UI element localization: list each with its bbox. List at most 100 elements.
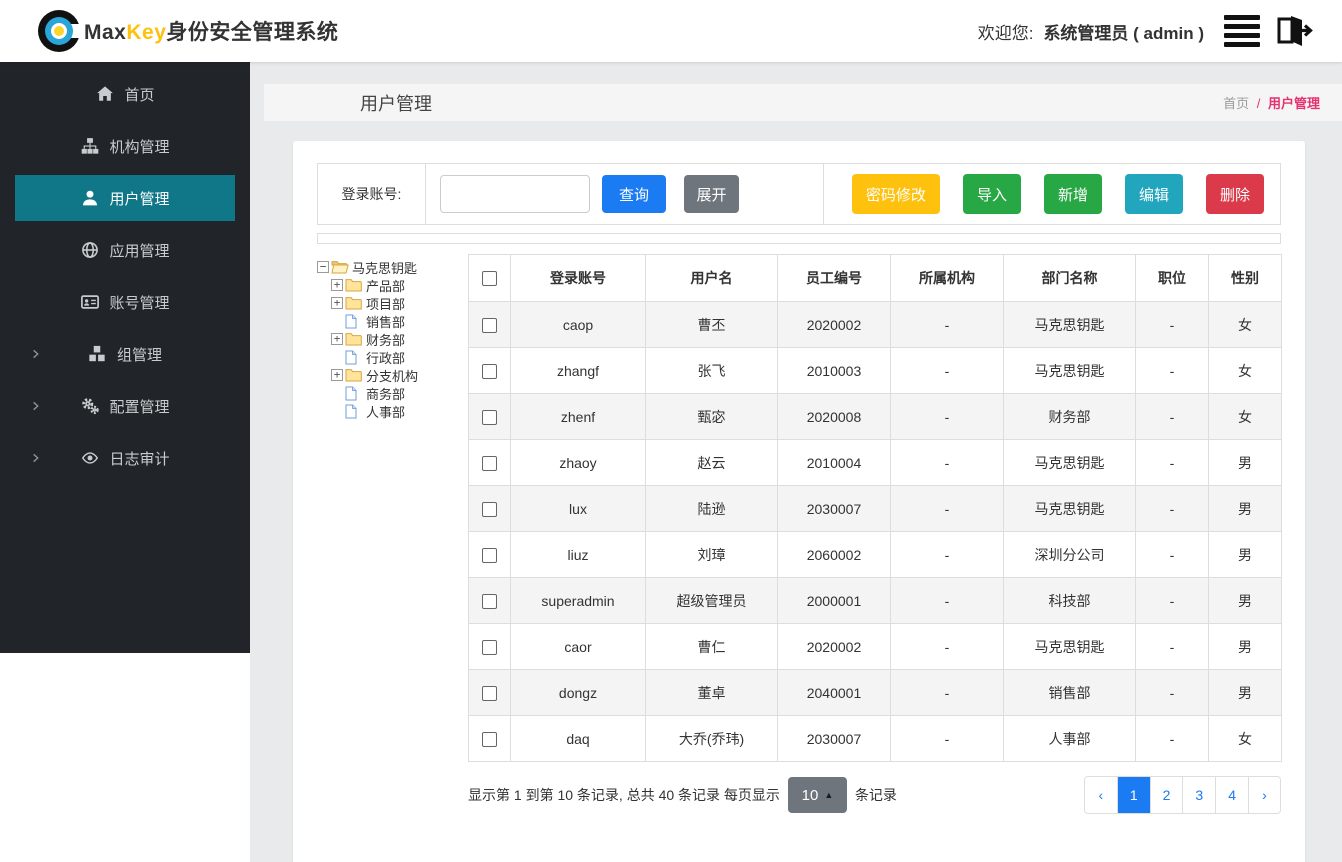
menu-toggle-icon[interactable]: [1224, 15, 1260, 47]
breadcrumb: 首页 / 用户管理: [1223, 93, 1320, 112]
table-cell: zhenf: [510, 393, 646, 440]
sidebar-item-3[interactable]: 应用管理: [15, 227, 235, 273]
id-card-icon: [80, 293, 99, 312]
row-checkbox[interactable]: [482, 547, 497, 563]
action-button-success[interactable]: 导入: [962, 174, 1021, 214]
tree-node-label[interactable]: 人事部: [366, 402, 405, 421]
row-checkbox[interactable]: [482, 685, 497, 701]
tree-node-label[interactable]: 销售部: [366, 312, 405, 331]
breadcrumb-home-link[interactable]: 首页: [1223, 96, 1249, 111]
tree-node-label[interactable]: 项目部: [366, 294, 405, 313]
table-row: liuz 刘璋 2060002- 深圳分公司 - 男: [468, 531, 1282, 578]
page-button-2[interactable]: 2: [1149, 777, 1183, 813]
table-cell: 曹仁: [645, 623, 778, 670]
folder-icon: [345, 332, 363, 347]
expand-button[interactable]: 展开: [684, 175, 739, 213]
table-cell: -: [890, 439, 1004, 486]
login-account-input[interactable]: [440, 175, 590, 213]
tree-node[interactable]: + 项目部: [317, 294, 468, 312]
tree-node-label[interactable]: 商务部: [366, 384, 405, 403]
tree-node[interactable]: 商务部: [317, 384, 468, 402]
sidebar-item-1[interactable]: 机构管理: [15, 123, 235, 169]
tree-node-label[interactable]: 财务部: [366, 330, 405, 349]
table-cell: -: [1135, 669, 1209, 716]
sidebar-item-6[interactable]: 配置管理: [15, 383, 235, 429]
sidebar-item-label: 账号管理: [109, 294, 170, 312]
tree-node-label[interactable]: 产品部: [366, 276, 405, 295]
breadcrumb-current: 用户管理: [1267, 96, 1320, 111]
tree-expander-plus-icon[interactable]: +: [331, 369, 343, 381]
action-button-danger[interactable]: 删除: [1205, 174, 1264, 214]
row-checkbox[interactable]: [482, 317, 497, 333]
table-cell: daq: [510, 715, 646, 762]
action-button-warning[interactable]: 密码修改: [851, 174, 940, 214]
tree-node[interactable]: 销售部: [317, 312, 468, 330]
file-icon: [345, 350, 363, 365]
table-cell: 2020002: [777, 301, 891, 348]
tree-node[interactable]: + 财务部: [317, 330, 468, 348]
table-cell: 甄宓: [645, 393, 778, 440]
table-row: caor 曹仁 2020002- 马克思钥匙 - 男: [468, 623, 1282, 670]
page-button-1[interactable]: 1: [1116, 777, 1150, 813]
sidebar-item-5[interactable]: 组管理: [15, 331, 235, 377]
tree-expander-plus-icon[interactable]: +: [331, 279, 343, 291]
action-button-success[interactable]: 新增: [1043, 174, 1102, 214]
next-page-button[interactable]: ›: [1248, 777, 1280, 813]
row-checkbox[interactable]: [482, 639, 497, 655]
sidebar-item-label: 配置管理: [109, 398, 170, 416]
table-cell: 男: [1208, 531, 1282, 578]
row-checkbox[interactable]: [482, 455, 497, 471]
table-cell: superadmin: [510, 577, 646, 624]
table-cell: -: [890, 669, 1004, 716]
breadcrumb-separator: /: [1256, 96, 1261, 111]
prev-page-button[interactable]: ‹: [1084, 777, 1117, 813]
tree-node[interactable]: 人事部: [317, 402, 468, 420]
action-button-info[interactable]: 编辑: [1124, 174, 1183, 214]
logout-icon[interactable]: [1272, 10, 1314, 52]
table-cell: -: [890, 393, 1004, 440]
table-footer: 显示第 1 到第 10 条记录, 总共 40 条记录 每页显示 10 ▲ 条记录…: [468, 776, 1281, 814]
table-cell: -: [1135, 623, 1209, 670]
query-button[interactable]: 查询: [602, 175, 666, 213]
row-checkbox[interactable]: [482, 501, 497, 517]
chevron-right-icon: [30, 349, 41, 360]
brand-title: MaxKey身份安全管理系统: [84, 16, 338, 46]
page-button-4[interactable]: 4: [1215, 777, 1248, 813]
row-checkbox[interactable]: [482, 593, 497, 609]
sidebar-item-0[interactable]: 首页: [15, 71, 235, 117]
tree-node[interactable]: 行政部: [317, 348, 468, 366]
sidebar-item-7[interactable]: 日志审计: [15, 435, 235, 481]
column-header: 部门名称: [1003, 254, 1136, 302]
table-cell: 男: [1208, 669, 1282, 716]
tree-node-label[interactable]: 马克思钥匙: [352, 258, 417, 277]
file-icon: [345, 314, 363, 329]
table-cell: 马克思钥匙: [1003, 623, 1136, 670]
sidebar-item-label: 机构管理: [109, 138, 170, 156]
select-all-checkbox[interactable]: [482, 271, 497, 287]
tree-expander-minus-icon[interactable]: −: [317, 261, 329, 273]
page-button-3[interactable]: 3: [1182, 777, 1216, 813]
tree-expander-plus-icon[interactable]: +: [331, 333, 343, 345]
table-cell: 深圳分公司: [1003, 531, 1136, 578]
tree-node[interactable]: − 马克思钥匙: [317, 258, 468, 276]
table-header-row: 登录账号 用户名 员工编号 所属机构 部门名称 职位 性别: [468, 254, 1282, 302]
summary-suffix: 条记录: [854, 787, 897, 803]
tree-node-label[interactable]: 分支机构: [366, 366, 418, 385]
tree-expander-plus-icon[interactable]: +: [331, 297, 343, 309]
tree-node[interactable]: + 分支机构: [317, 366, 468, 384]
top-header: MaxKey身份安全管理系统 欢迎您: 系统管理员 ( admin ): [0, 0, 1342, 62]
sidebar-item-label: 日志审计: [109, 450, 170, 468]
page-title: 用户管理: [360, 93, 432, 114]
row-checkbox[interactable]: [482, 409, 497, 425]
gears-icon: [80, 397, 99, 416]
row-checkbox[interactable]: [482, 731, 497, 747]
sidebar-item-4[interactable]: 账号管理: [15, 279, 235, 325]
page-size-dropdown[interactable]: 10 ▲: [787, 777, 847, 813]
row-checkbox[interactable]: [482, 363, 497, 379]
sidebar-item-2[interactable]: 用户管理: [15, 175, 235, 221]
tree-node[interactable]: + 产品部: [317, 276, 468, 294]
table-cell: 男: [1208, 439, 1282, 486]
table-cell: 张飞: [645, 347, 778, 394]
tree-node-label[interactable]: 行政部: [366, 348, 405, 367]
